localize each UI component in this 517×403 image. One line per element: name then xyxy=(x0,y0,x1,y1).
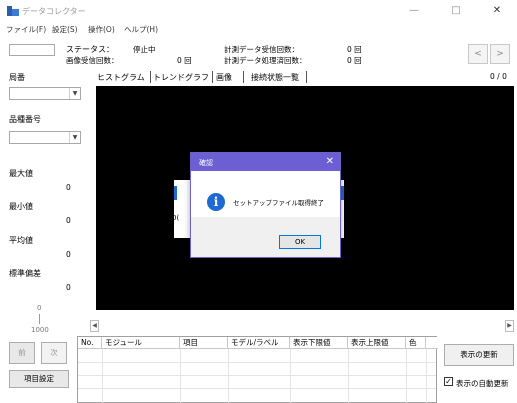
app-icon xyxy=(7,6,19,16)
scroll-left-icon[interactable]: ◀ xyxy=(90,320,99,332)
std-value: 0 xyxy=(66,283,71,292)
table-grid-line xyxy=(426,349,427,403)
slider-bottom-label: 1000 xyxy=(31,326,49,334)
background-window-text: 0( xyxy=(172,214,180,222)
table-grid-line xyxy=(290,349,291,403)
dialog-close-icon[interactable]: ✕ xyxy=(326,155,334,169)
tab-histogram[interactable]: ヒストグラム xyxy=(97,72,145,83)
menu-file[interactable]: ファイル(F) xyxy=(6,24,46,35)
product-label: 品種番号 xyxy=(9,115,41,124)
avg-value: 0 xyxy=(66,250,71,259)
item-table[interactable]: No. モジュール 項目 モデル/ラベル 表示下限値 表示上限値 色 xyxy=(77,336,438,403)
auto-refresh-checkbox[interactable]: ✓ xyxy=(444,377,453,386)
close-button[interactable]: ✕ xyxy=(478,1,516,21)
table-row xyxy=(78,375,436,376)
scroll-right-icon[interactable]: ▶ xyxy=(505,320,514,332)
meas-recv-value: 0 回 xyxy=(347,45,362,54)
table-header: No. モジュール 項目 モデル/ラベル 表示下限値 表示上限値 色 xyxy=(78,337,438,349)
tab-connection-status[interactable]: 接続状態一覧 xyxy=(251,72,299,83)
page-indicator: 0 / 0 xyxy=(490,72,507,81)
minimize-button[interactable]: — xyxy=(395,1,433,21)
maximize-button[interactable]: □ xyxy=(437,1,475,21)
tab-separator xyxy=(306,71,307,83)
chevron-down-icon: ▼ xyxy=(69,132,80,143)
ok-button[interactable]: OK xyxy=(279,235,321,249)
col-display-max[interactable]: 表示上限値 xyxy=(348,337,406,349)
min-label: 最小値 xyxy=(9,202,33,211)
max-label: 最大値 xyxy=(9,169,33,178)
table-grid-line xyxy=(102,349,103,403)
prev-button[interactable]: 前 xyxy=(9,342,35,364)
table-grid-line xyxy=(406,349,407,403)
tab-separator xyxy=(150,71,151,83)
confirm-dialog: 確認 ✕ i セットアップファイル取得終了 OK xyxy=(190,152,341,258)
col-display-min[interactable]: 表示下限値 xyxy=(290,337,348,349)
info-icon: i xyxy=(207,193,225,211)
menu-help[interactable]: ヘルプ(H) xyxy=(124,24,158,35)
table-grid-line xyxy=(228,349,229,403)
auto-refresh-label: 表示の自動更新 xyxy=(456,379,509,388)
station-label: 局番 xyxy=(9,73,25,82)
tab-image[interactable]: 画像 xyxy=(216,72,232,83)
table-row xyxy=(78,388,436,389)
col-model-label[interactable]: モデル/ラベル xyxy=(228,337,290,349)
menu-operation[interactable]: 操作(O) xyxy=(88,24,115,35)
next-button[interactable]: 次 xyxy=(41,342,67,364)
slider-track[interactable] xyxy=(39,314,40,324)
meas-proc-label: 計測データ処理済回数： xyxy=(224,56,307,65)
table-grid-line xyxy=(348,349,349,403)
col-color[interactable]: 色 xyxy=(406,337,426,349)
status-indicator-box xyxy=(9,44,55,56)
dialog-title: 確認 xyxy=(199,159,213,167)
menu-settings[interactable]: 設定(S) xyxy=(52,24,78,35)
meas-recv-label: 計測データ受信回数： xyxy=(224,45,299,54)
chevron-down-icon: ▼ xyxy=(69,88,80,99)
status-value: 停止中 xyxy=(133,45,156,54)
meas-proc-value: 0 回 xyxy=(347,56,362,65)
item-settings-button[interactable]: 項目設定 xyxy=(9,370,69,388)
window-title: データコレクター xyxy=(22,7,86,16)
menu-bar: ファイル(F) 設定(S) 操作(O) ヘルプ(H) xyxy=(0,22,517,36)
col-module[interactable]: モジュール xyxy=(102,337,180,349)
tab-separator xyxy=(212,71,213,83)
tab-trend-graph[interactable]: トレンドグラフ xyxy=(153,72,209,83)
product-combo[interactable]: ▼ xyxy=(9,131,81,144)
min-value: 0 xyxy=(66,216,71,225)
image-recv-label: 画像受信回数： xyxy=(66,56,119,65)
slider-top-label: 0 xyxy=(37,304,42,312)
table-row xyxy=(78,362,436,363)
table-grid-line xyxy=(180,349,181,403)
avg-label: 平均値 xyxy=(9,236,33,245)
tab-separator xyxy=(243,71,244,83)
background-window-accent xyxy=(341,186,344,200)
title-bar: データコレクター — □ ✕ xyxy=(0,0,517,22)
status-label: ステータス： xyxy=(66,45,114,54)
std-label: 標準偏差 xyxy=(9,269,41,278)
horizontal-scrollbar[interactable]: ◀ ▶ xyxy=(90,320,514,332)
refresh-display-button[interactable]: 表示の更新 xyxy=(444,344,514,366)
col-no[interactable]: No. xyxy=(78,337,102,349)
background-window-accent xyxy=(174,186,177,200)
image-recv-value: 0 回 xyxy=(177,56,192,65)
max-value: 0 xyxy=(66,183,71,192)
dialog-title-bar: 確認 ✕ xyxy=(191,153,340,171)
dialog-message: セットアップファイル取得終了 xyxy=(233,199,324,207)
col-item[interactable]: 項目 xyxy=(180,337,228,349)
station-combo[interactable]: ▼ xyxy=(9,87,81,100)
prev-page-button[interactable]: < xyxy=(468,44,488,64)
next-page-button[interactable]: > xyxy=(490,44,510,64)
